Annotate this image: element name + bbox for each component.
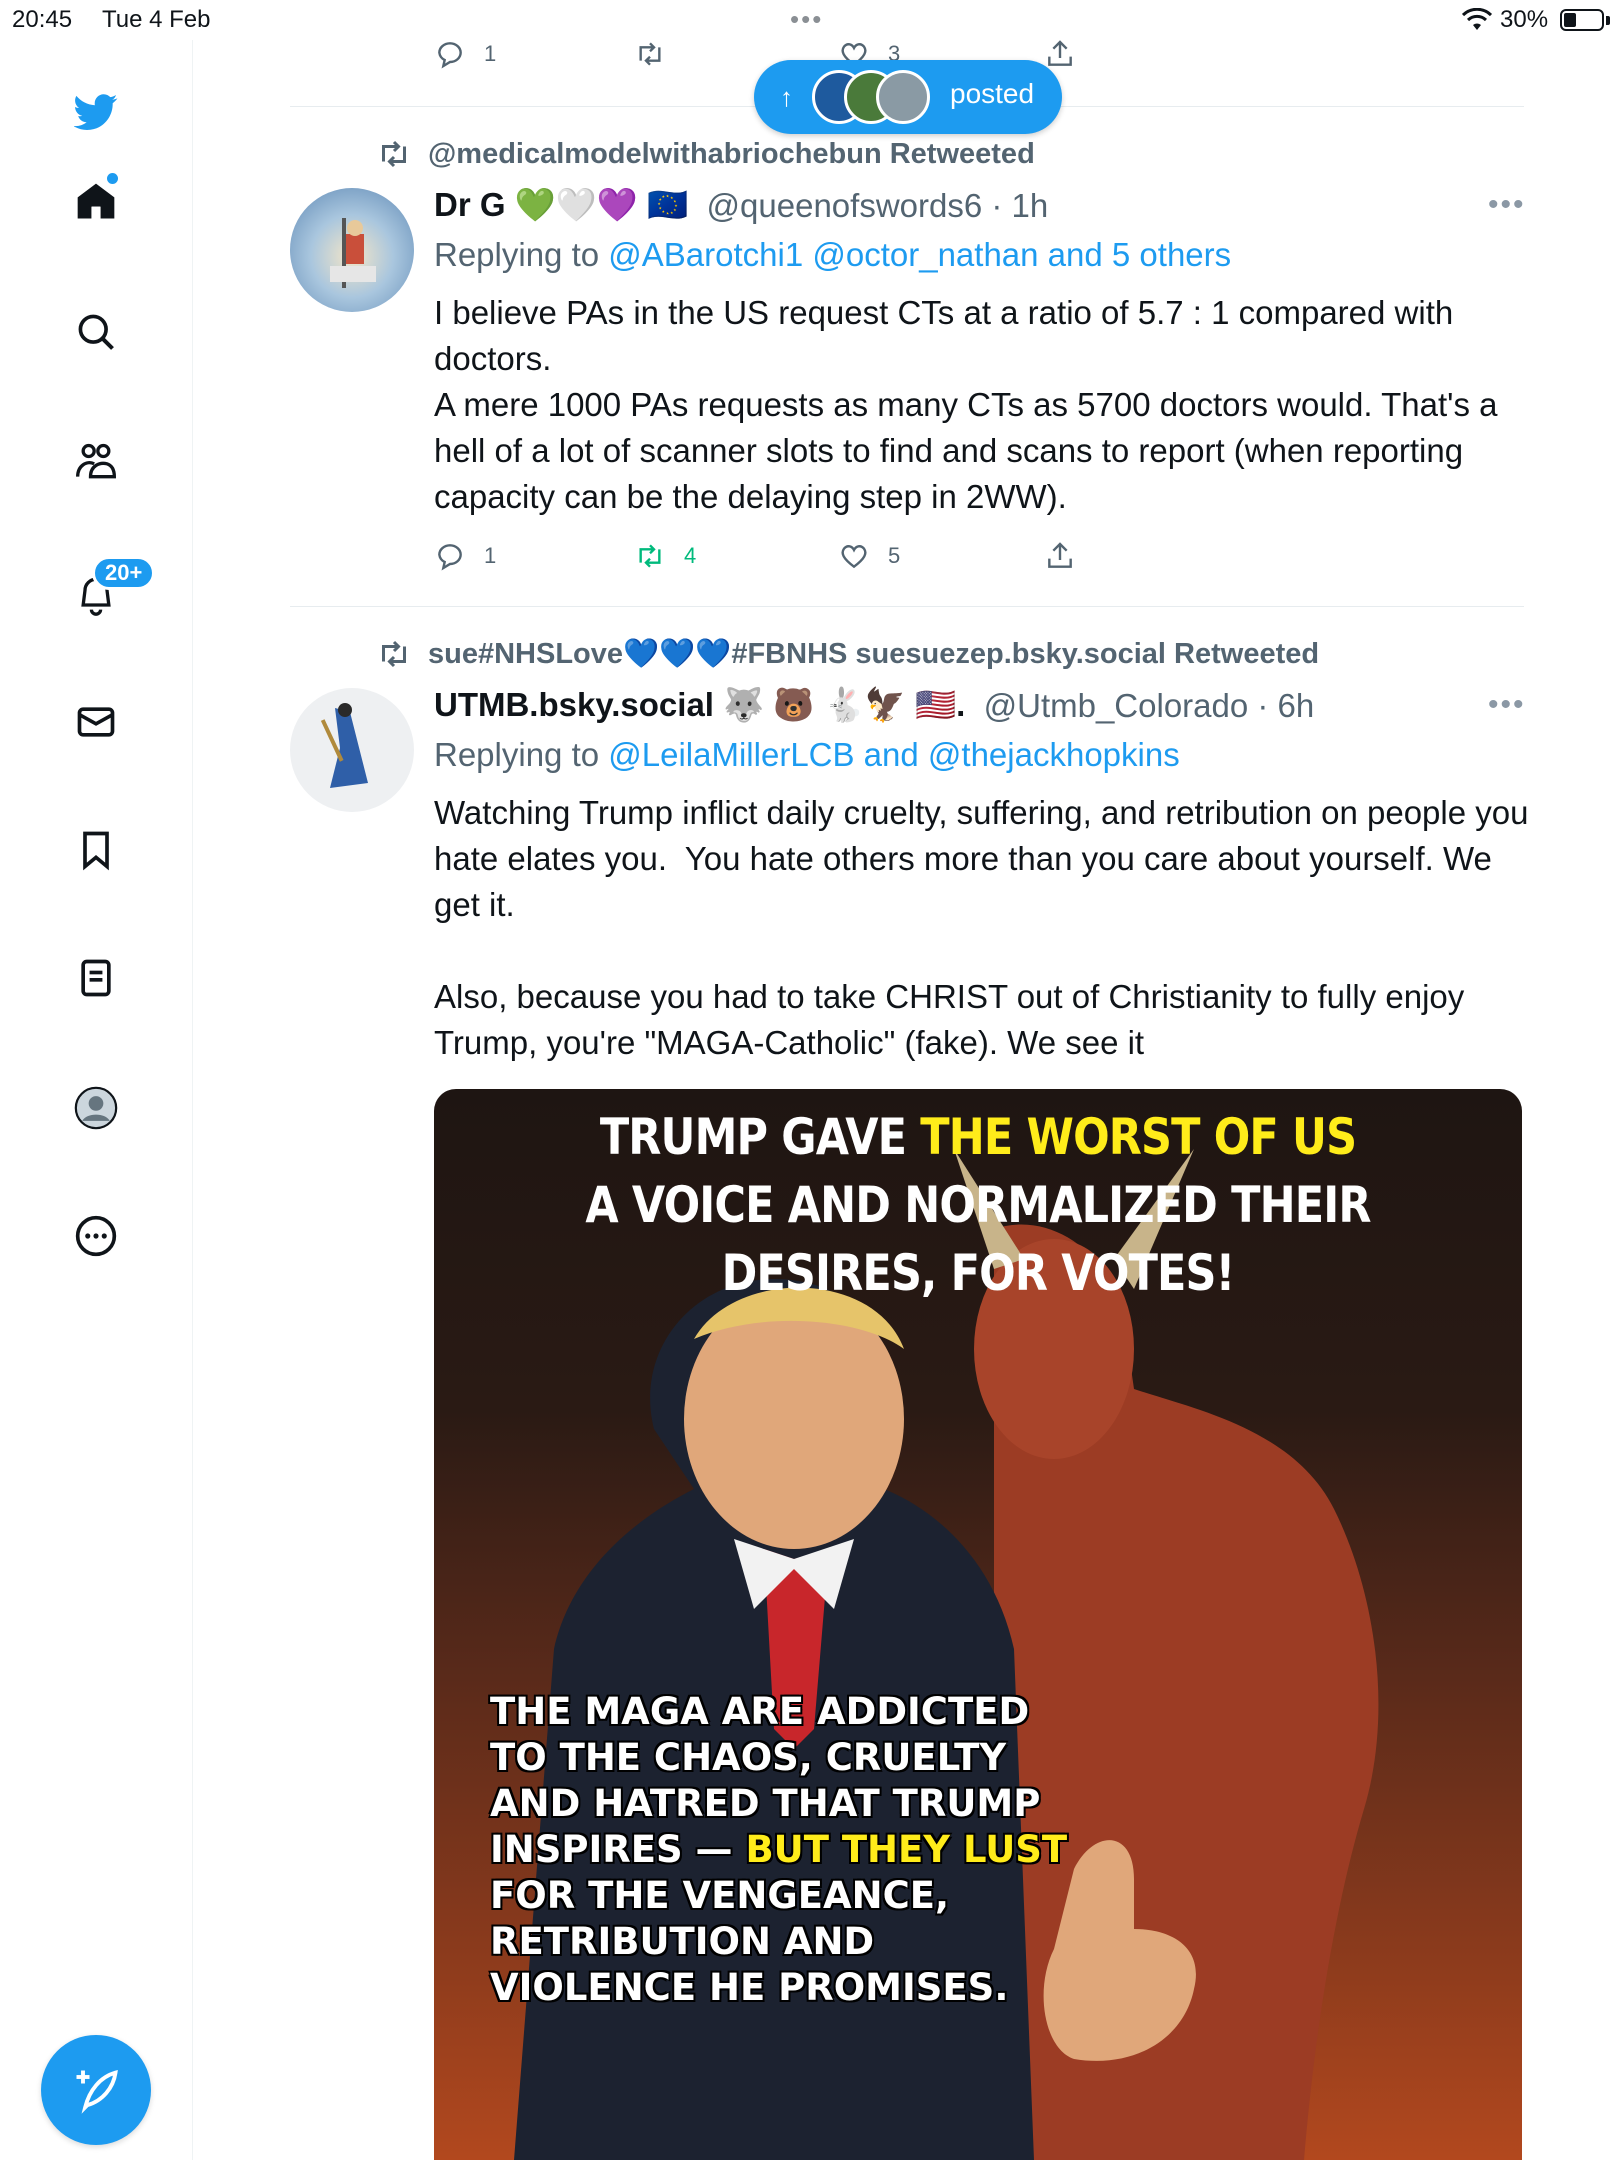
prev-reply-button[interactable]: 1: [434, 38, 496, 70]
battery-percent: 30%: [1500, 6, 1549, 33]
new-posts-pill[interactable]: ↑ posted: [754, 60, 1062, 134]
retweet-icon: [382, 640, 406, 668]
search-icon[interactable]: [70, 306, 122, 358]
more-options-circle-icon[interactable]: [70, 1210, 122, 1262]
tweet1-reply-count: 1: [484, 543, 497, 568]
meme-bottom-caption: THE MAGA ARE ADDICTED TO THE CHAOS, CRUE…: [490, 1690, 1068, 2009]
tweet1-retweet-button[interactable]: 4: [634, 540, 696, 572]
tweet2-replying-links[interactable]: @LeilaMillerLCB and @thejackhopkins: [608, 736, 1179, 773]
battery-icon: [1560, 9, 1604, 31]
tweet2-handle-time[interactable]: @Utmb_Colorado · 6h: [984, 687, 1315, 725]
communities-icon[interactable]: [70, 436, 122, 488]
compose-quill-icon: [76, 2069, 118, 2114]
tweet1-like-button[interactable]: 5: [838, 540, 900, 572]
tweet1-handle-time[interactable]: @queenofswords6 · 1h: [707, 187, 1049, 225]
reply-icon: [438, 544, 462, 571]
lists-icon[interactable]: [70, 952, 122, 1004]
retweet-icon: [639, 42, 661, 66]
tweet1-replying-to: Replying to @ABarotchi1 @octor_nathan an…: [434, 236, 1232, 273]
twitter-logo-icon[interactable]: [70, 86, 122, 138]
home-unread-dot-icon: [107, 173, 118, 184]
status-time: 20:45: [12, 6, 73, 33]
status-date: Tue 4 Feb: [102, 6, 211, 33]
reply-icon: [438, 42, 462, 69]
tweet2-media-image[interactable]: TRUMP GAVE THE WORST OF US A VOICE AND N…: [434, 1089, 1522, 2160]
multitasking-dots-icon[interactable]: •••: [790, 4, 823, 35]
prev-retweet-button[interactable]: [634, 38, 684, 70]
share-icon: [1048, 542, 1072, 568]
tweet2-name-line[interactable]: UTMB.bsky.social 🐺 🐻 🐇🦅 🇺🇸. @Utmb_Colora…: [434, 686, 1314, 725]
tweet1-text: I believe PAs in the US request CTs at a…: [434, 294, 1498, 515]
tweet1-share-button[interactable]: [1044, 540, 1094, 572]
tweet1-replying-links[interactable]: @ABarotchi1 @octor_nathan and 5 others: [608, 236, 1231, 273]
profile-avatar-icon[interactable]: [70, 1082, 122, 1134]
new-posts-label: posted: [950, 78, 1035, 109]
arrow-up-icon: ↑: [780, 81, 793, 112]
tweet2-display-name[interactable]: UTMB.bsky.social 🐺 🐻 🐇🦅 🇺🇸.: [434, 686, 965, 725]
tweet1-avatar[interactable]: [290, 188, 414, 312]
divider: [290, 606, 1524, 607]
tweet1-like-count: 5: [888, 543, 901, 568]
bookmarks-icon[interactable]: [70, 824, 122, 876]
tweet2-more-icon[interactable]: •••: [1488, 688, 1526, 722]
share-icon: [1048, 40, 1072, 66]
prev-reply-count: 1: [484, 41, 497, 66]
tweet2-avatar[interactable]: [290, 688, 414, 812]
tweet1-retweeted-by[interactable]: @medicalmodelwithabriochebun Retweeted: [376, 136, 1035, 172]
tweet1-name-line[interactable]: Dr G 💚🤍💜 🇪🇺 @queenofswords6 · 1h: [434, 186, 1048, 225]
meme-top-caption: TRUMP GAVE THE WORST OF US A VOICE AND N…: [585, 1108, 1371, 1302]
tweet1-more-icon[interactable]: •••: [1488, 188, 1526, 222]
sidebar: 20+: [0, 40, 193, 2160]
retweet-icon: [639, 544, 661, 568]
tweet2-text: Watching Trump inflict daily cruelty, su…: [434, 794, 1529, 1061]
posted-avatar-3: [876, 70, 930, 124]
wifi-icon: [1462, 8, 1492, 30]
messages-envelope-icon[interactable]: [70, 696, 122, 748]
heart-icon: [841, 545, 867, 569]
tweet1-retweet-count: 4: [684, 543, 697, 568]
tweet1-display-name[interactable]: Dr G 💚🤍💜 🇪🇺: [434, 186, 688, 225]
prev-share-button[interactable]: [1044, 38, 1094, 70]
tweet1-reply-button[interactable]: 1: [434, 540, 496, 572]
status-bar: 20:45 Tue 4 Feb ••• 30%: [0, 0, 1620, 40]
retweet-icon: [382, 140, 406, 168]
tweet2-retweeted-by[interactable]: sue#NHSLove💙💙💙#FBNHS suesuezep.bsky.soci…: [376, 636, 1319, 672]
compose-tweet-button[interactable]: [41, 2035, 151, 2145]
home-icon[interactable]: [70, 176, 122, 228]
tweet2-replying-to: Replying to @LeilaMillerLCB and @thejack…: [434, 736, 1180, 773]
notification-count-badge: 20+: [92, 556, 156, 590]
